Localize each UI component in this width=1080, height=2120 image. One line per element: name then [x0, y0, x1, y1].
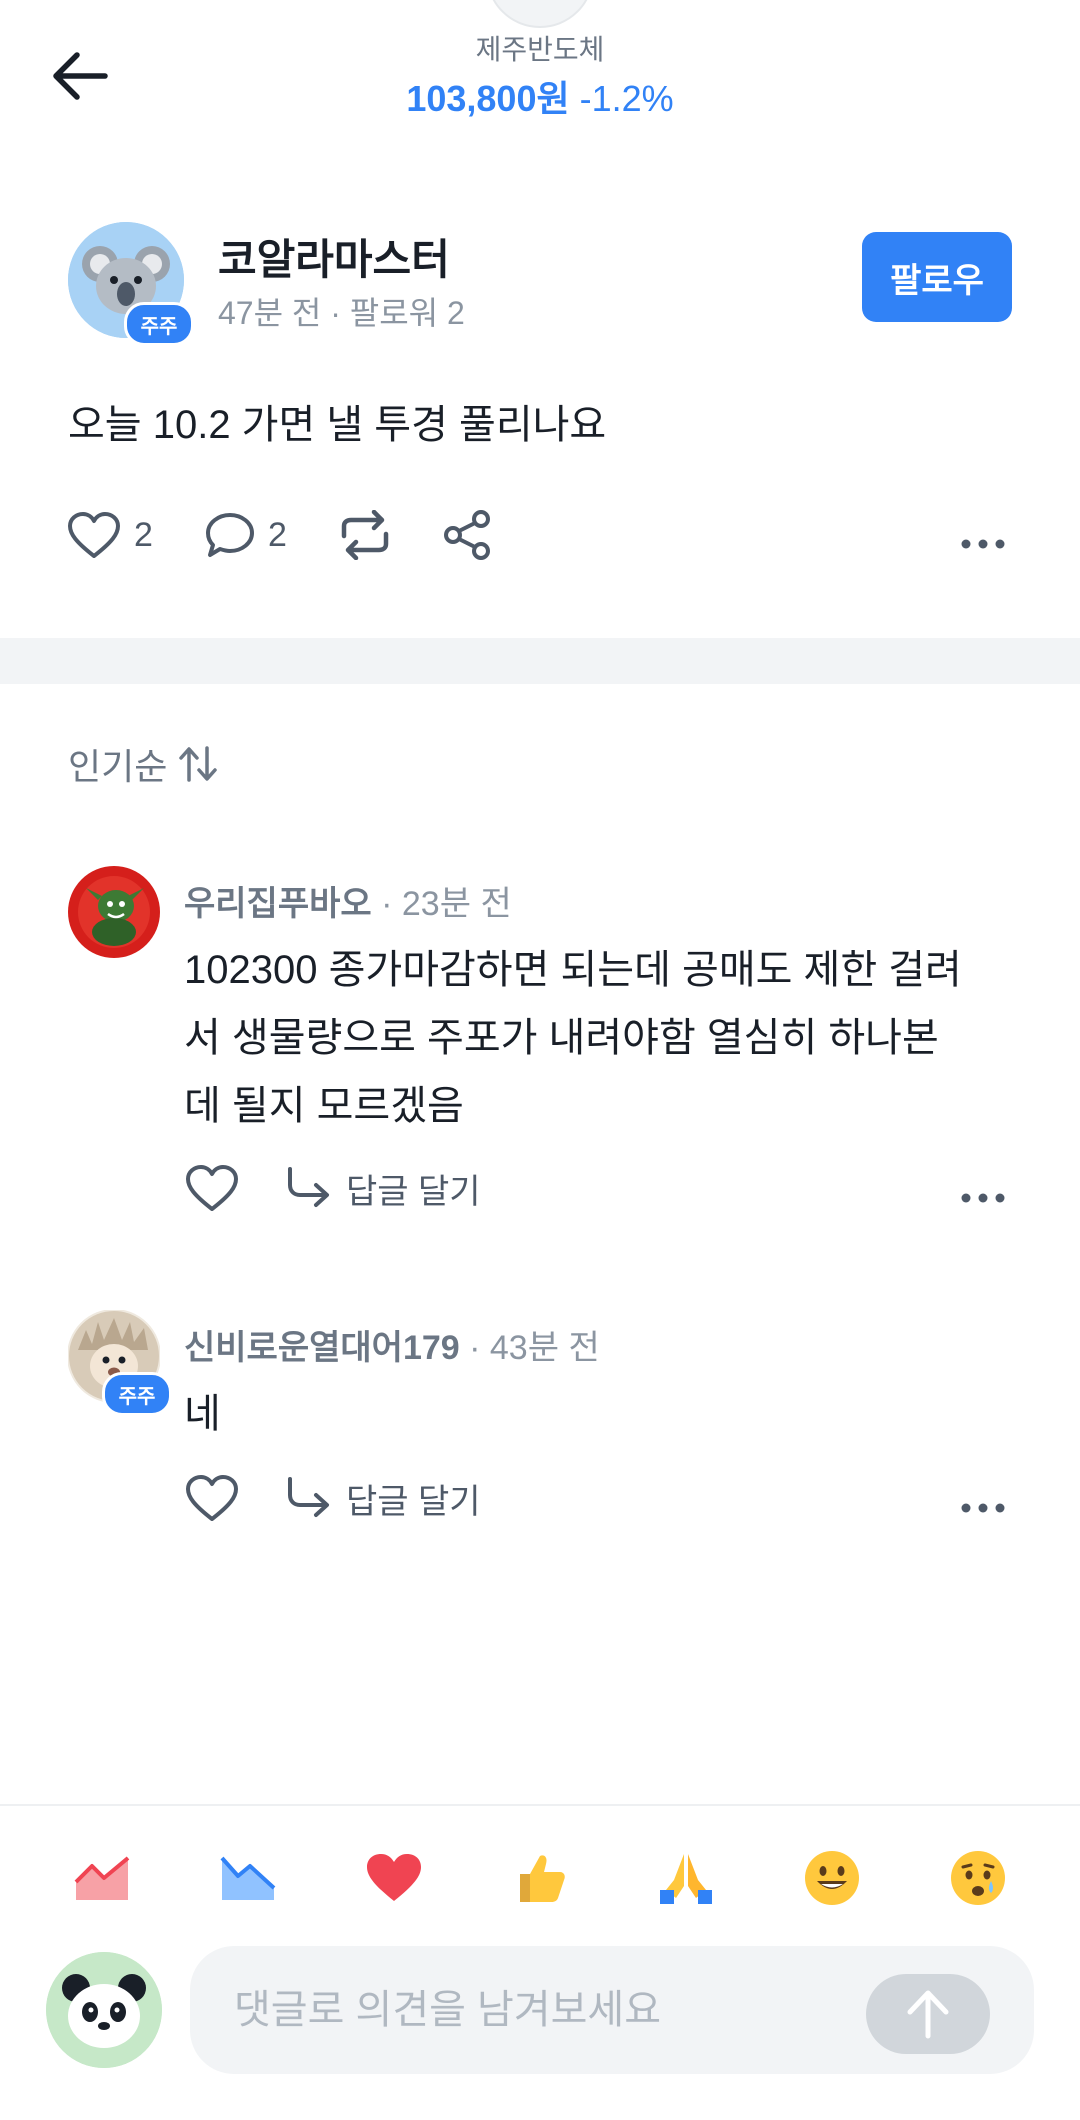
bottom-composer-bar [0, 1804, 1080, 2120]
author-avatar[interactable]: 주주 [68, 222, 194, 346]
post-body: 오늘 10.2 가면 낼 투경 풀리나요 [68, 403, 607, 447]
comment-time: · 43분 전 [459, 1329, 600, 1367]
like-button[interactable]: 2 [66, 500, 153, 570]
comment-author[interactable]: 신비로운열대어179 · 43분 전 [184, 1320, 600, 1369]
shareholder-badge: 주주 [124, 302, 194, 346]
send-button[interactable] [866, 1974, 990, 2054]
reaction-chart-up[interactable] [70, 1846, 134, 1910]
comment-actions: 답글 달기 [184, 1158, 481, 1218]
reaction-heart[interactable] [362, 1846, 426, 1910]
sort-label: 인기순 [68, 746, 168, 787]
top-header: 제주반도체 103,800원 -1.2% [0, 0, 1080, 150]
comment-body: 네 [184, 1392, 221, 1436]
section-divider [0, 638, 1080, 684]
thumbs-up-icon [520, 1855, 565, 1902]
comment-more-button[interactable] [948, 1488, 1018, 1528]
comment-author-name: 우리집푸바오 [184, 885, 372, 923]
stock-logo [486, 0, 594, 28]
post-actions: 2 2 [0, 500, 1080, 570]
reply-arrow-icon [288, 1477, 329, 1517]
heart-outline-icon [68, 512, 120, 558]
reply-arrow-icon [288, 1167, 329, 1207]
comment-body: 102300 종가마감하면 되는데 공매도 제한 걸려서 생물량으로 주포가 내… [184, 948, 962, 1128]
stock-change: -1.2% [579, 78, 674, 119]
reply-button[interactable]: 답글 달기 [284, 1164, 481, 1213]
panda-icon [46, 1952, 162, 2068]
stock-price-row[interactable]: 103,800원 -1.2% [0, 70, 1080, 122]
speech-bubble-icon [206, 513, 254, 557]
reaction-bar [0, 1806, 1080, 1946]
repost-button[interactable] [336, 500, 394, 570]
more-dots-icon [961, 1193, 1005, 1203]
comment-count: 2 [268, 515, 287, 554]
arrow-up-icon [907, 1990, 949, 2039]
sort-arrows-icon [179, 746, 218, 782]
chart-down-icon [220, 1856, 276, 1900]
shareholder-badge: 주주 [102, 1372, 172, 1416]
author-name[interactable]: 코알라마스터 [218, 226, 450, 287]
repost-icon [341, 510, 389, 560]
goblin-avatar-icon [68, 866, 160, 958]
folded-hands-icon [660, 1854, 712, 1904]
reaction-chart-down[interactable] [216, 1846, 280, 1910]
comment-time: · 23분 전 [371, 885, 512, 923]
share-icon [444, 510, 490, 560]
comment-author-name: 신비로운열대어179 [184, 1329, 460, 1367]
comment-like-button[interactable] [184, 1470, 240, 1526]
comment-avatar[interactable] [68, 866, 160, 958]
follow-button[interactable]: 팔로우 [862, 232, 1012, 322]
stock-price: 103,800원 [406, 78, 570, 119]
smile-icon [805, 1851, 859, 1905]
reaction-folded-hands[interactable] [654, 1846, 718, 1910]
sort-toggle[interactable]: 인기순 [68, 738, 219, 790]
comment-actions: 답글 달기 [184, 1468, 481, 1528]
post-more-button[interactable] [948, 524, 1018, 564]
post-meta: 47분 전 · 팔로워 2 [218, 295, 465, 331]
reaction-smile[interactable] [800, 1846, 864, 1910]
teary-face-icon [951, 1851, 1005, 1905]
reply-button[interactable]: 답글 달기 [284, 1474, 481, 1523]
comment-like-button[interactable] [184, 1160, 240, 1216]
stock-name[interactable]: 제주반도체 [0, 28, 1080, 68]
reply-label: 답글 달기 [346, 1172, 481, 1211]
like-count: 2 [134, 515, 153, 554]
comment-more-button[interactable] [948, 1178, 1018, 1218]
comment-avatar[interactable]: 주주 [67, 1309, 172, 1416]
reaction-teary-face[interactable] [946, 1846, 1010, 1910]
heart-outline-icon [186, 1475, 238, 1521]
share-button[interactable] [442, 500, 492, 570]
comment-input-box[interactable] [190, 1946, 1034, 2074]
more-dots-icon [961, 539, 1005, 549]
comment-author[interactable]: 우리집푸바오 · 23분 전 [184, 876, 512, 925]
comment-button[interactable]: 2 [204, 500, 287, 570]
comment-input[interactable] [234, 1946, 834, 2074]
more-dots-icon [961, 1503, 1005, 1513]
reply-label: 답글 달기 [346, 1482, 481, 1521]
chart-up-icon [74, 1856, 130, 1900]
heart-outline-icon [186, 1165, 238, 1211]
my-avatar[interactable] [46, 1952, 162, 2068]
heart-icon [367, 1854, 421, 1901]
reaction-thumbs-up[interactable] [508, 1846, 572, 1910]
